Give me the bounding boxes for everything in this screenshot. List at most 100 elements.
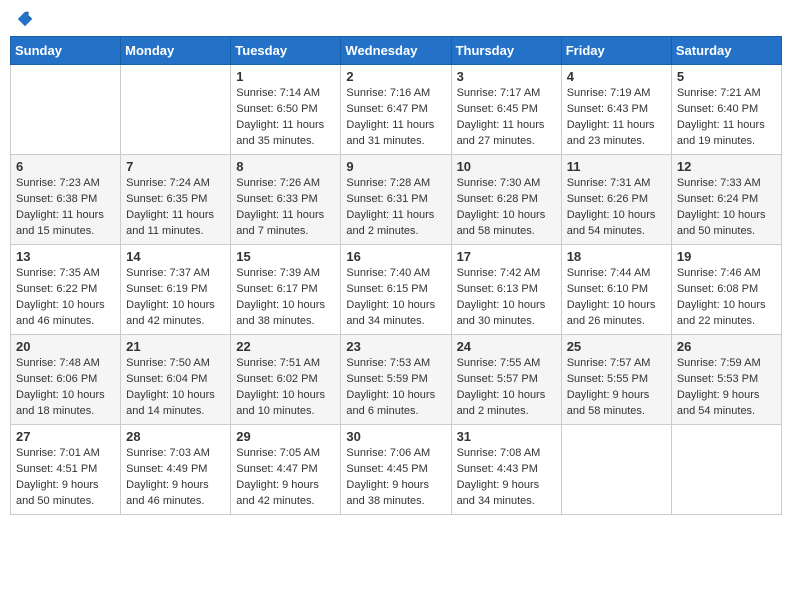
calendar-cell: 26 Sunrise: 7:59 AM Sunset: 5:53 PM Dayli… [671,335,781,425]
day-detail: Sunrise: 7:26 AM Sunset: 6:33 PM Dayligh… [236,176,335,240]
day-detail: Sunrise: 7:59 AM Sunset: 5:53 PM Dayligh… [677,356,776,420]
column-header-wednesday: Wednesday [341,37,451,65]
calendar-cell: 8 Sunrise: 7:26 AM Sunset: 6:33 PM Daylig… [231,155,341,245]
day-number: 19 [677,249,776,264]
day-detail: Sunrise: 7:37 AM Sunset: 6:19 PM Dayligh… [126,266,225,330]
calendar-cell: 6 Sunrise: 7:23 AM Sunset: 6:38 PM Daylig… [11,155,121,245]
day-number: 23 [346,339,445,354]
day-number: 12 [677,159,776,174]
calendar-cell: 22Sunrise: 7:51 AM Sunset: 6:02 PM Dayli… [231,335,341,425]
day-detail: Sunrise: 7:57 AM Sunset: 5:55 PM Dayligh… [567,356,666,420]
calendar-cell: 21 Sunrise: 7:50 AM Sunset: 6:04 PM Dayli… [121,335,231,425]
day-detail: Sunrise: 7:03 AM Sunset: 4:49 PM Dayligh… [126,446,225,510]
page-header [10,10,782,28]
week-row: 13 Sunrise: 7:35 AM Sunset: 6:22 PM Dayli… [11,245,782,335]
day-detail: Sunrise: 7:24 AM Sunset: 6:35 PM Dayligh… [126,176,225,240]
calendar-cell [561,425,671,515]
day-detail: Sunrise: 7:28 AM Sunset: 6:31 PM Dayligh… [346,176,445,240]
week-row: 6 Sunrise: 7:23 AM Sunset: 6:38 PM Daylig… [11,155,782,245]
calendar-cell: 14 Sunrise: 7:37 AM Sunset: 6:19 PM Dayli… [121,245,231,335]
day-number: 4 [567,69,666,84]
calendar-cell [11,65,121,155]
calendar-cell: 3 Sunrise: 7:17 AM Sunset: 6:45 PM Daylig… [451,65,561,155]
calendar-cell: 16 Sunrise: 7:40 AM Sunset: 6:15 PM Dayli… [341,245,451,335]
day-number: 7 [126,159,225,174]
calendar-cell: 17 Sunrise: 7:42 AM Sunset: 6:13 PM Dayli… [451,245,561,335]
day-number: 31 [457,429,556,444]
day-detail: Sunrise: 7:55 AM Sunset: 5:57 PM Dayligh… [457,356,556,420]
day-detail: Sunrise: 7:39 AM Sunset: 6:17 PM Dayligh… [236,266,335,330]
calendar-cell: 18 Sunrise: 7:44 AM Sunset: 6:10 PM Dayli… [561,245,671,335]
day-detail: Sunrise: 7:40 AM Sunset: 6:15 PM Dayligh… [346,266,445,330]
day-number: 28 [126,429,225,444]
day-number: 29 [236,429,335,444]
day-number: 11 [567,159,666,174]
column-header-monday: Monday [121,37,231,65]
day-number: 14 [126,249,225,264]
calendar-cell: 1 Sunrise: 7:14 AM Sunset: 6:50 PM Daylig… [231,65,341,155]
logo [14,10,34,28]
day-number: 26 [677,339,776,354]
calendar-cell: 9 Sunrise: 7:28 AM Sunset: 6:31 PM Daylig… [341,155,451,245]
day-detail: Sunrise: 7:35 AM Sunset: 6:22 PM Dayligh… [16,266,115,330]
column-header-sunday: Sunday [11,37,121,65]
week-row: 27 Sunrise: 7:01 AM Sunset: 4:51 PM Dayli… [11,425,782,515]
calendar-cell: 15 Sunrise: 7:39 AM Sunset: 6:17 PM Dayli… [231,245,341,335]
calendar-cell: 11 Sunrise: 7:31 AM Sunset: 6:26 PM Dayli… [561,155,671,245]
calendar-cell [671,425,781,515]
day-detail: Sunrise: 7:50 AM Sunset: 6:04 PM Dayligh… [126,356,225,420]
day-detail: Sunrise: 7:01 AM Sunset: 4:51 PM Dayligh… [16,446,115,510]
day-detail: Sunrise: 7:42 AM Sunset: 6:13 PM Dayligh… [457,266,556,330]
day-number: 17 [457,249,556,264]
day-detail: Sunrise: 7:48 AM Sunset: 6:06 PM Dayligh… [16,356,115,420]
day-number: 13 [16,249,115,264]
day-number: 1 [236,69,335,84]
calendar-table: SundayMondayTuesdayWednesdayThursdayFrid… [10,36,782,515]
day-number: 24 [457,339,556,354]
day-detail: Sunrise: 7:16 AM Sunset: 6:47 PM Dayligh… [346,86,445,150]
day-number: 15 [236,249,335,264]
calendar-cell: 30Sunrise: 7:06 AM Sunset: 4:45 PM Dayli… [341,425,451,515]
day-number: 2 [346,69,445,84]
day-detail: Sunrise: 7:44 AM Sunset: 6:10 PM Dayligh… [567,266,666,330]
calendar-cell: 24 Sunrise: 7:55 AM Sunset: 5:57 PM Dayli… [451,335,561,425]
day-detail: Sunrise: 7:31 AM Sunset: 6:26 PM Dayligh… [567,176,666,240]
day-detail: Sunrise: 7:21 AM Sunset: 6:40 PM Dayligh… [677,86,776,150]
day-number: 27 [16,429,115,444]
column-header-thursday: Thursday [451,37,561,65]
day-detail: Sunrise: 7:08 AM Sunset: 4:43 PM Dayligh… [457,446,556,510]
day-detail: Sunrise: 7:17 AM Sunset: 6:45 PM Dayligh… [457,86,556,150]
day-detail: Sunrise: 7:14 AM Sunset: 6:50 PM Dayligh… [236,86,335,150]
day-number: 25 [567,339,666,354]
calendar-cell: 31 Sunrise: 7:08 AM Sunset: 4:43 PM Dayli… [451,425,561,515]
logo-icon [16,10,34,28]
week-row: 1 Sunrise: 7:14 AM Sunset: 6:50 PM Daylig… [11,65,782,155]
day-detail: Sunrise: 7:05 AM Sunset: 4:47 PM Dayligh… [236,446,335,510]
day-number: 21 [126,339,225,354]
day-number: 9 [346,159,445,174]
day-detail: Sunrise: 7:33 AM Sunset: 6:24 PM Dayligh… [677,176,776,240]
day-number: 16 [346,249,445,264]
column-header-tuesday: Tuesday [231,37,341,65]
day-number: 20 [16,339,115,354]
day-number: 18 [567,249,666,264]
day-detail: Sunrise: 7:46 AM Sunset: 6:08 PM Dayligh… [677,266,776,330]
week-row: 20 Sunrise: 7:48 AM Sunset: 6:06 PM Dayli… [11,335,782,425]
day-number: 6 [16,159,115,174]
calendar-cell: 28 Sunrise: 7:03 AM Sunset: 4:49 PM Dayli… [121,425,231,515]
header-row: SundayMondayTuesdayWednesdayThursdayFrid… [11,37,782,65]
day-number: 5 [677,69,776,84]
column-header-saturday: Saturday [671,37,781,65]
day-number: 8 [236,159,335,174]
calendar-cell: 23 Sunrise: 7:53 AM Sunset: 5:59 PM Dayli… [341,335,451,425]
day-detail: Sunrise: 7:53 AM Sunset: 5:59 PM Dayligh… [346,356,445,420]
calendar-cell: 5 Sunrise: 7:21 AM Sunset: 6:40 PM Daylig… [671,65,781,155]
day-number: 10 [457,159,556,174]
calendar-cell: 7 Sunrise: 7:24 AM Sunset: 6:35 PM Daylig… [121,155,231,245]
calendar-cell [121,65,231,155]
day-number: 3 [457,69,556,84]
calendar-cell: 4Sunrise: 7:19 AM Sunset: 6:43 PM Daylig… [561,65,671,155]
calendar-cell: 20 Sunrise: 7:48 AM Sunset: 6:06 PM Dayli… [11,335,121,425]
day-detail: Sunrise: 7:23 AM Sunset: 6:38 PM Dayligh… [16,176,115,240]
day-detail: Sunrise: 7:30 AM Sunset: 6:28 PM Dayligh… [457,176,556,240]
